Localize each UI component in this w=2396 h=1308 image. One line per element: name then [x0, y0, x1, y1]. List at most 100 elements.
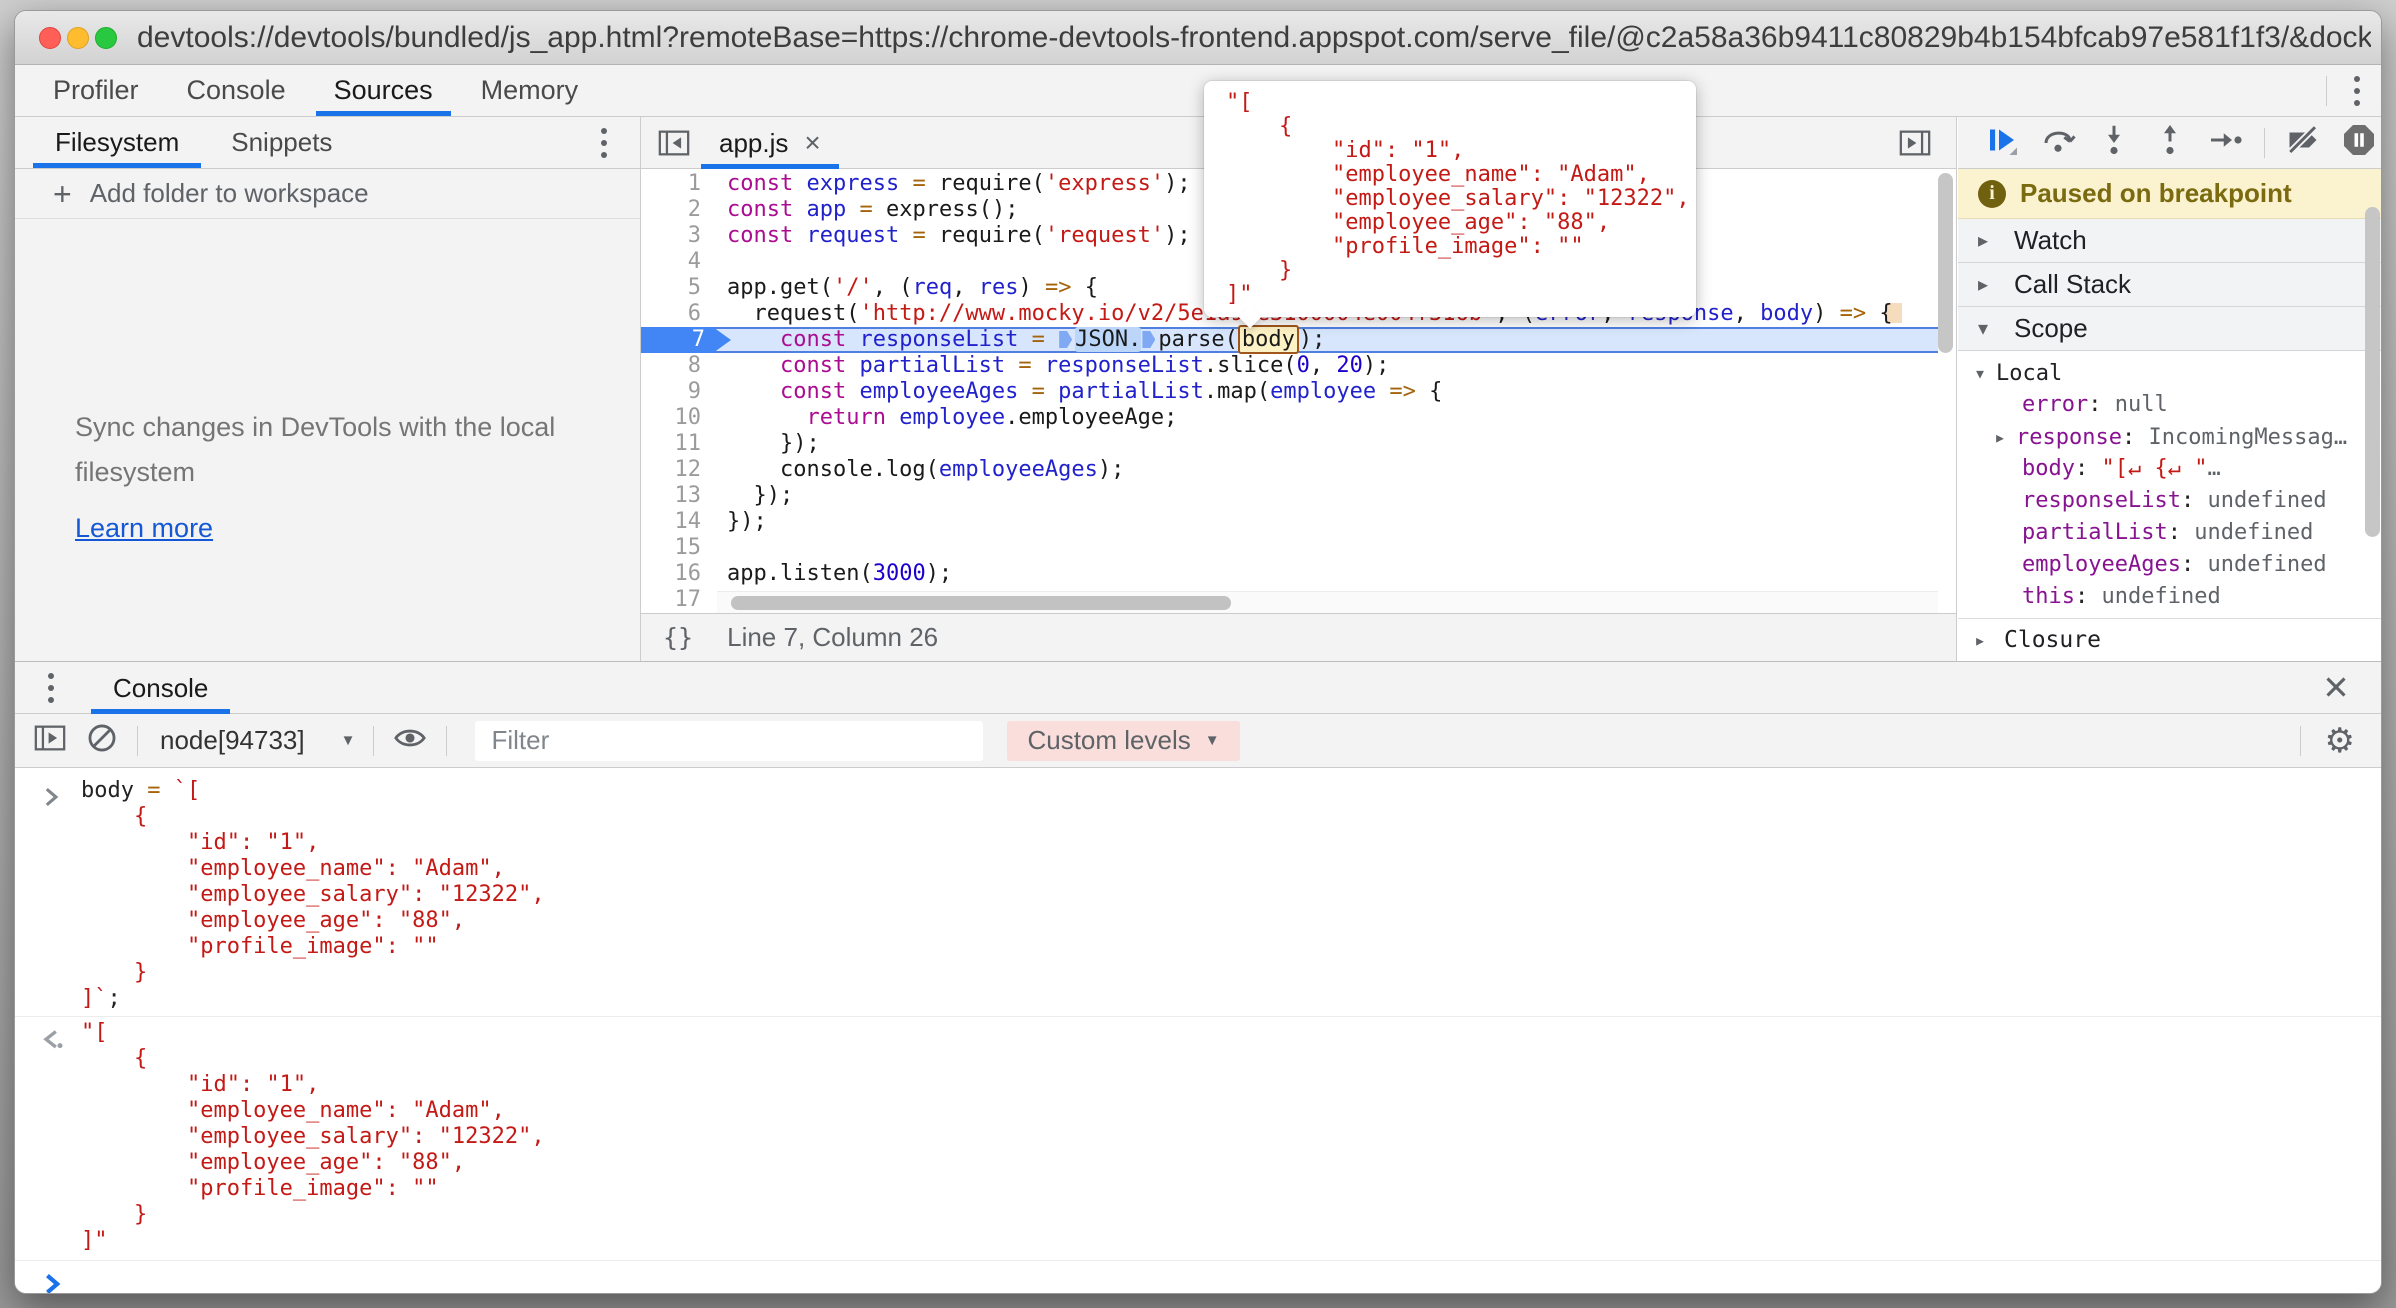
- code-line-11: });: [641, 431, 1938, 457]
- close-drawer-icon[interactable]: [2319, 670, 2353, 709]
- pause-on-exceptions-icon[interactable]: [2341, 122, 2377, 163]
- live-expression-eye-icon[interactable]: [392, 721, 428, 760]
- divider: [2300, 726, 2301, 756]
- scope-var-employeeAges: employeeAges: undefined: [1958, 549, 2382, 581]
- debugger-sidebar: i Paused on breakpoint ▸ Watch ▸ Call St…: [1958, 117, 2382, 661]
- console-settings-gear-icon[interactable]: ⚙: [2325, 721, 2355, 761]
- navigator-tab-snippets[interactable]: Snippets: [205, 117, 358, 168]
- message-separator: [15, 1016, 2381, 1017]
- scope-var-body: body: "[↵ {↵ "…: [1958, 453, 2382, 485]
- scope-closure-row[interactable]: ▸ Closure: [1958, 618, 2382, 661]
- main-tab-profiler[interactable]: Profiler: [29, 65, 163, 116]
- hide-debugger-sidebar-icon[interactable]: [1898, 127, 1932, 164]
- console-input-chevron-icon: [39, 784, 65, 815]
- console-result-arrow-icon: [39, 1026, 67, 1059]
- divider: [2264, 128, 2265, 158]
- sources-navigator-sidebar: FilesystemSnippets + Add folder to works…: [15, 117, 641, 661]
- divider: [446, 726, 447, 756]
- window-title-url: devtools://devtools/bundled/js_app.html?…: [137, 11, 2371, 65]
- scope-var-response[interactable]: ▸response: IncomingMessag…: [1958, 421, 2382, 453]
- chevron-right-icon: ▸: [1974, 628, 1996, 652]
- console-prompt-chevron-icon: [39, 1270, 67, 1294]
- chevron-right-icon: ▸: [1978, 228, 2000, 253]
- plus-icon: +: [53, 178, 72, 210]
- learn-more-link[interactable]: Learn more: [75, 513, 213, 544]
- inline-eval-flag-icon: [1059, 331, 1072, 348]
- hide-navigator-icon[interactable]: [657, 127, 691, 164]
- dropdown-arrow-icon: ▼: [1205, 732, 1220, 749]
- file-tab-appjs[interactable]: app.js ×: [701, 117, 839, 169]
- console-drawer: Console node[94733] ▼ Custom levels: [15, 661, 2381, 1294]
- dropdown-arrow-icon: ▼: [341, 732, 356, 749]
- close-window-button[interactable]: [39, 27, 61, 49]
- close-tab-icon[interactable]: ×: [804, 127, 820, 159]
- scope-section-header[interactable]: ▾ Scope: [1958, 307, 2382, 351]
- pretty-print-icon[interactable]: {}: [663, 623, 693, 652]
- main-tab-sources[interactable]: Sources: [310, 65, 457, 116]
- main-tab-memory[interactable]: Memory: [457, 65, 603, 116]
- debugger-toolbar: [1958, 117, 2382, 169]
- watch-section-header[interactable]: ▸ Watch: [1958, 219, 2382, 263]
- console-input-echo: body = `[ { "id": "1", "employee_name": …: [81, 778, 545, 1012]
- code-line-10: return employee.employeeAge;: [641, 405, 1938, 431]
- execution-context-selector[interactable]: node[94733]: [160, 725, 305, 756]
- code-line-13: });: [641, 483, 1938, 509]
- inline-eval-chip: JSON.: [1075, 327, 1141, 352]
- prompt-separator: [15, 1260, 2381, 1261]
- resume-script-icon[interactable]: [1984, 122, 2020, 163]
- editor-status-bar: {} Line 7, Column 26: [641, 613, 1956, 661]
- devtools-window: devtools://devtools/bundled/js_app.html?…: [14, 10, 2382, 1294]
- console-tab[interactable]: Console: [91, 662, 230, 714]
- console-drawer-header: Console: [15, 662, 2381, 714]
- paused-on-breakpoint-banner: i Paused on breakpoint: [1958, 169, 2382, 219]
- step-icon[interactable]: [2208, 122, 2244, 163]
- console-filter-input[interactable]: [475, 721, 983, 761]
- desktop-background: devtools://devtools/bundled/js_app.html?…: [0, 0, 2396, 1308]
- scope-var-responseList: responseList: undefined: [1958, 485, 2382, 517]
- console-result-value: "[ { "id": "1", "employee_name": "Adam",…: [81, 1020, 545, 1254]
- tooltip-json-value: "[ { "id": "1", "employee_name": "Adam",…: [1226, 91, 1696, 307]
- cursor-position-label: Line 7, Column 26: [727, 622, 938, 653]
- clear-console-icon[interactable]: [85, 721, 119, 760]
- chevron-down-icon: ▾: [1978, 316, 2000, 341]
- call-stack-section-header[interactable]: ▸ Call Stack: [1958, 263, 2382, 307]
- scope-var-partialList: partialList: undefined: [1958, 517, 2382, 549]
- code-line-16: app.listen(3000);: [641, 561, 1938, 587]
- devtools-main-tab-bar: ProfilerConsoleSourcesMemory: [15, 65, 2381, 117]
- drawer-more-icon[interactable]: [47, 672, 55, 704]
- debugger-sidebar-scrollbar[interactable]: [2365, 207, 2380, 537]
- show-console-sidebar-icon[interactable]: [33, 722, 67, 759]
- info-icon: i: [1978, 180, 2006, 208]
- console-messages-area[interactable]: body = `[ { "id": "1", "employee_name": …: [15, 768, 2381, 1294]
- code-line-7: const responseList = JSON.parse(body);: [641, 327, 1938, 353]
- console-prompt-input[interactable]: [85, 1266, 2361, 1294]
- workspace-sync-note: Sync changes in DevTools with the local …: [75, 405, 575, 495]
- navigator-tab-filesystem[interactable]: Filesystem: [29, 117, 205, 168]
- navigator-tab-bar: FilesystemSnippets: [15, 117, 640, 169]
- add-folder-label: Add folder to workspace: [90, 178, 369, 209]
- navigator-more-icon[interactable]: [600, 127, 608, 159]
- maximize-window-button[interactable]: [95, 27, 117, 49]
- main-tab-console[interactable]: Console: [163, 65, 310, 116]
- minimize-window-button[interactable]: [67, 27, 89, 49]
- code-line-12: console.log(employeeAges);: [641, 457, 1938, 483]
- deactivate-breakpoints-icon[interactable]: [2285, 122, 2321, 163]
- scope-pane: ▾Localerror: null▸response: IncomingMess…: [1958, 351, 2382, 618]
- step-out-icon[interactable]: [2152, 122, 2188, 163]
- editor-vertical-scrollbar[interactable]: [1938, 173, 1953, 353]
- custom-levels-dropdown[interactable]: Custom levels ▼: [1007, 721, 1239, 761]
- divider: [137, 726, 138, 756]
- execution-line-badge[interactable]: 7: [641, 327, 731, 353]
- console-toolbar: node[94733] ▼ Custom levels ▼ ⚙: [15, 714, 2381, 768]
- step-over-icon[interactable]: [2040, 122, 2076, 163]
- chevron-right-icon: ▸: [1978, 272, 2000, 297]
- code-line-15: [641, 535, 1938, 561]
- scope-var-this: this: undefined: [1958, 581, 2382, 613]
- scope-var-error: error: null: [1958, 389, 2382, 421]
- hovered-token: body: [1238, 325, 1299, 354]
- add-folder-to-workspace-button[interactable]: + Add folder to workspace: [15, 169, 640, 219]
- code-line-9: const employeeAges = partialList.map(emp…: [641, 379, 1938, 405]
- scope-local-row[interactable]: ▾Local: [1958, 357, 2382, 389]
- more-options-icon[interactable]: [2353, 76, 2361, 106]
- step-into-icon[interactable]: [2096, 122, 2132, 163]
